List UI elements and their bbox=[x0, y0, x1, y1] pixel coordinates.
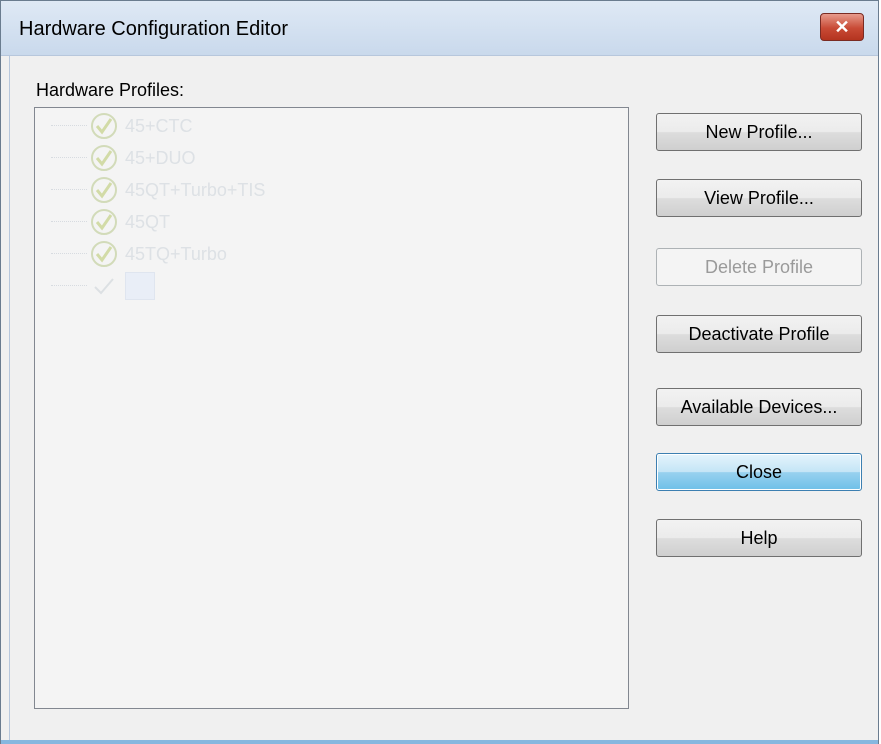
profile-item[interactable]: 45QT bbox=[51, 206, 170, 238]
check-circle-icon bbox=[91, 145, 117, 171]
check-circle-icon bbox=[91, 113, 117, 139]
tree-connector bbox=[51, 285, 87, 287]
profile-item[interactable]: 45QT+Turbo+TIS bbox=[51, 174, 265, 206]
check-icon bbox=[94, 278, 114, 295]
view-profile-button[interactable]: View Profile... bbox=[656, 179, 862, 217]
hardware-profiles-list[interactable]: 45+CTC 45+DUO 45QT+Turbo+TIS 45QT 45TQ+T… bbox=[34, 107, 629, 709]
tree-connector bbox=[51, 125, 87, 127]
deactivate-profile-button[interactable]: Deactivate Profile bbox=[656, 315, 862, 353]
check-circle-icon bbox=[91, 241, 117, 267]
profile-item[interactable]: 45+CTC bbox=[51, 110, 193, 142]
profile-item[interactable]: 45+DUO bbox=[51, 142, 196, 174]
help-button[interactable]: Help bbox=[656, 519, 862, 557]
tree-connector bbox=[51, 157, 87, 159]
tree-connector bbox=[51, 221, 87, 223]
new-profile-button[interactable]: New Profile... bbox=[656, 113, 862, 151]
hardware-profiles-label: Hardware Profiles: bbox=[36, 80, 185, 100]
tree-connector bbox=[51, 189, 87, 191]
close-button[interactable]: Close bbox=[656, 453, 862, 491]
delete-profile-button[interactable]: Delete Profile bbox=[656, 248, 862, 286]
tree-connector bbox=[51, 253, 87, 255]
title-bar[interactable]: Hardware Configuration Editor ✕ bbox=[1, 1, 878, 56]
available-devices-button[interactable]: Available Devices... bbox=[656, 388, 862, 426]
new-profile-name-box[interactable] bbox=[125, 272, 155, 300]
close-window-button[interactable]: ✕ bbox=[820, 13, 864, 41]
profile-item-label: 45QT+Turbo+TIS bbox=[125, 179, 266, 200]
profile-item-new[interactable] bbox=[51, 270, 155, 302]
profile-item-label: 45+DUO bbox=[125, 147, 196, 168]
check-circle-icon bbox=[91, 177, 117, 203]
close-icon: ✕ bbox=[834, 16, 850, 37]
check-circle-icon bbox=[91, 209, 117, 235]
profile-item-label: 45TQ+Turbo bbox=[125, 243, 227, 264]
profile-item-label: 45+CTC bbox=[125, 115, 193, 136]
profile-item-label: 45QT bbox=[125, 211, 171, 232]
window-title: Hardware Configuration Editor bbox=[19, 18, 289, 40]
window-bottom-border bbox=[1, 740, 878, 744]
profile-item[interactable]: 45TQ+Turbo bbox=[51, 238, 227, 270]
